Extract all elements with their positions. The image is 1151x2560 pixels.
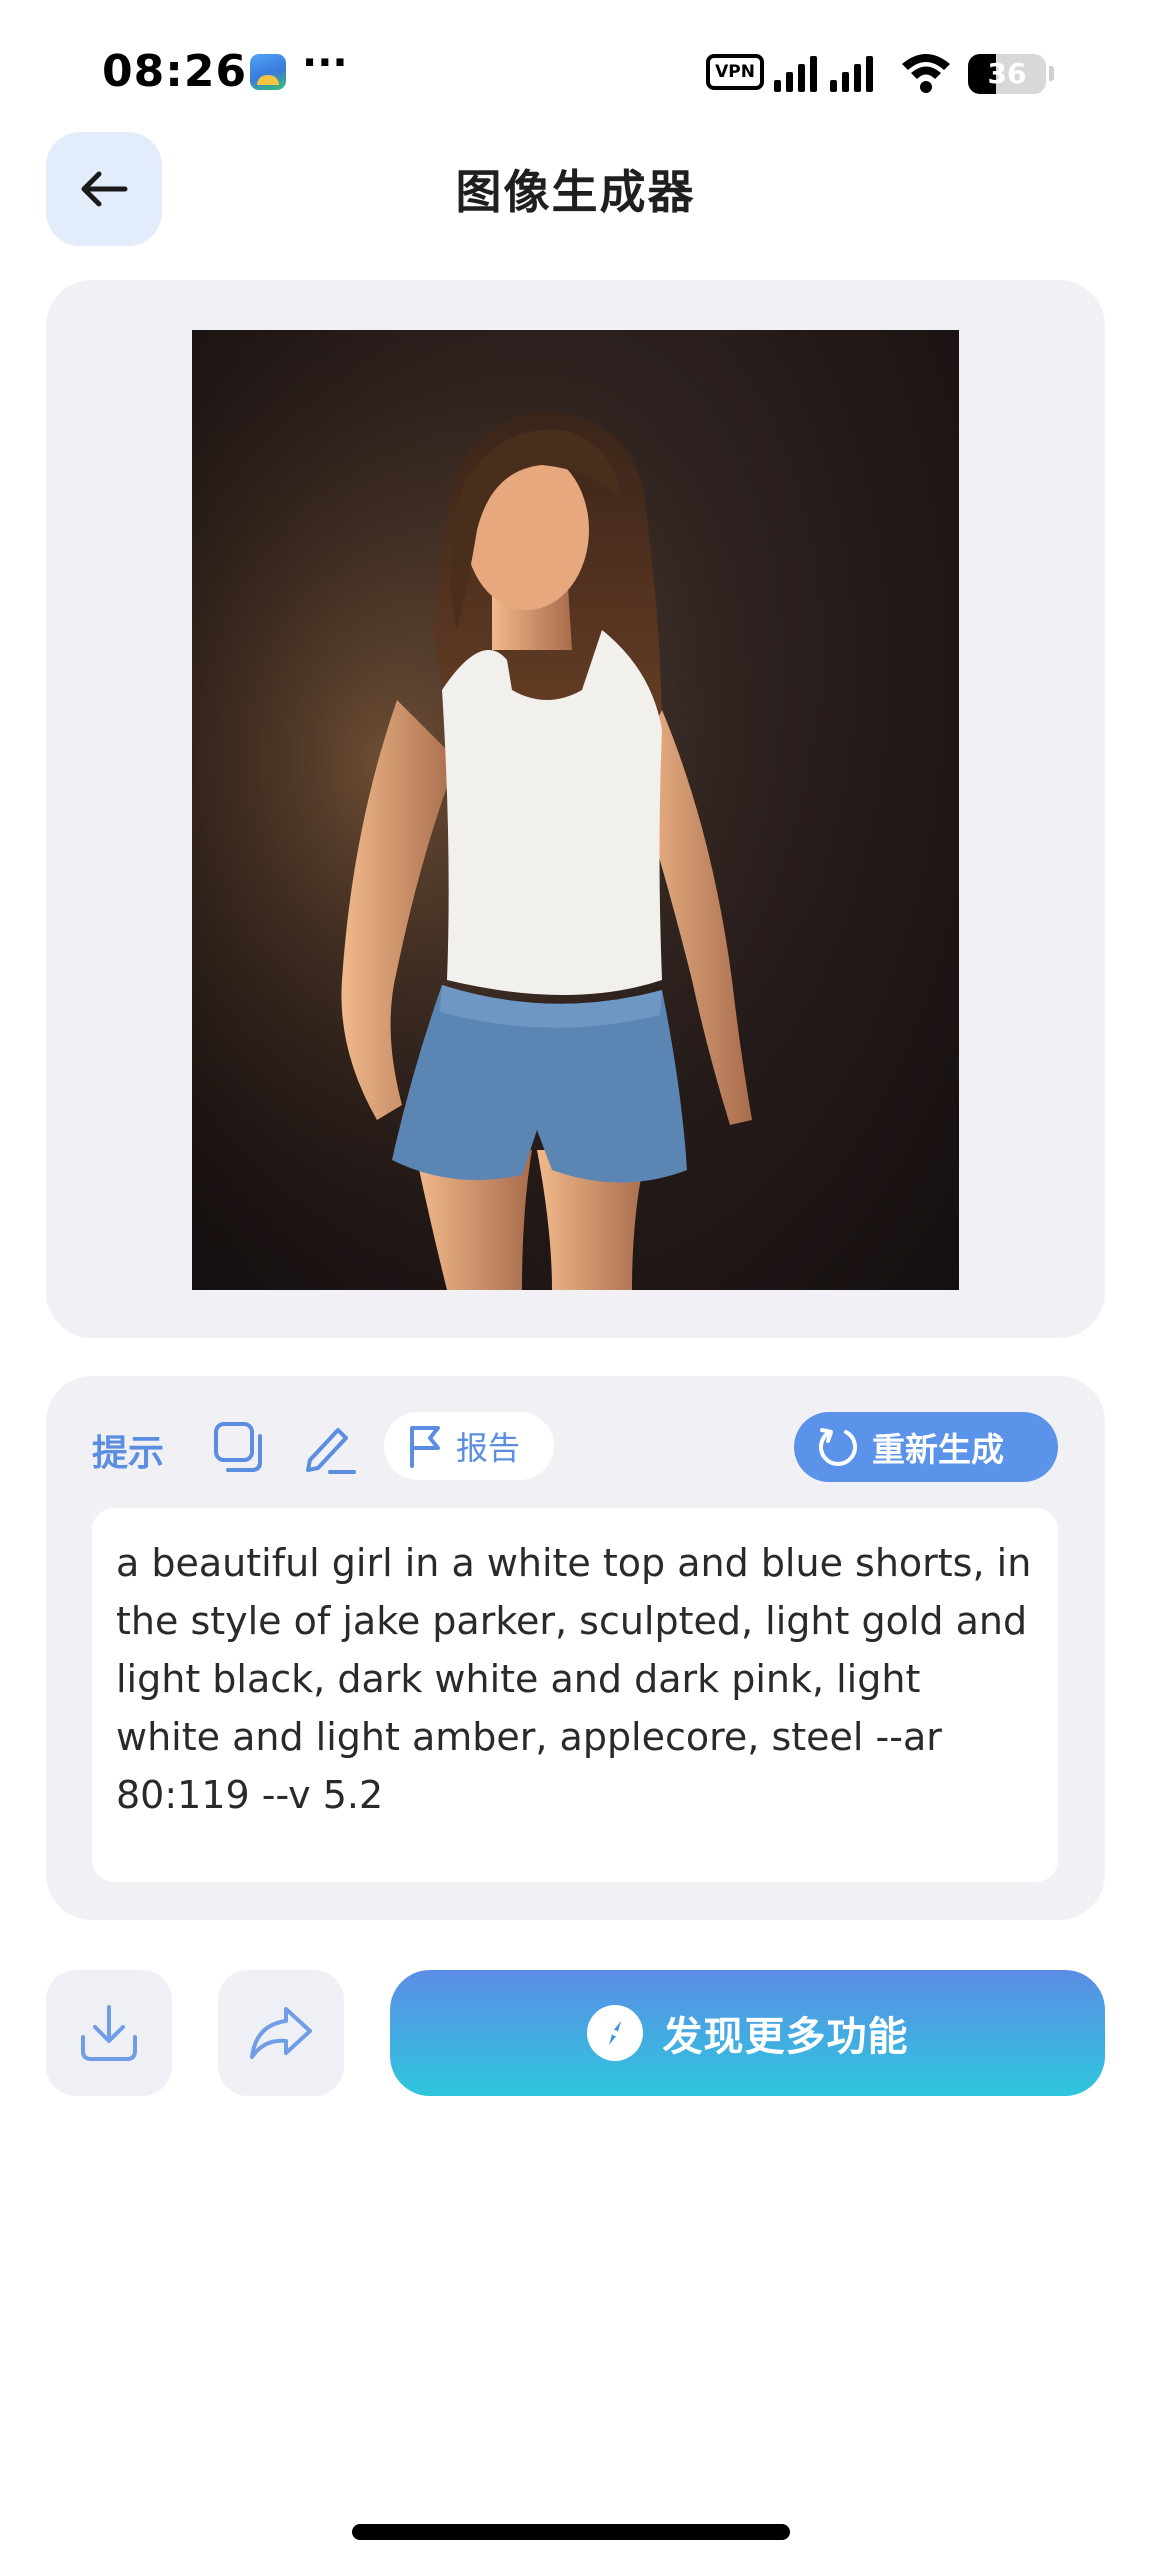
wifi-icon — [902, 54, 950, 93]
more-notifications-icon: ··· — [302, 40, 348, 86]
report-label: 报告 — [456, 1429, 521, 1467]
compass-icon — [586, 2005, 643, 2061]
battery-icon: 36 — [968, 54, 1046, 94]
image-card — [46, 280, 1105, 1338]
status-time: 08:26 — [102, 46, 248, 97]
cellular-signal-icon — [774, 56, 873, 92]
download-button[interactable] — [46, 1970, 172, 2096]
status-bar: 08:26 ··· VPN 36 — [0, 40, 1151, 110]
battery-level: 36 — [987, 57, 1027, 90]
flag-icon — [410, 1426, 440, 1468]
discover-more-label: 发现更多功能 — [662, 2014, 909, 2060]
report-button[interactable]: 报告 — [384, 1412, 554, 1480]
edit-button[interactable] — [302, 1420, 358, 1476]
regenerate-label: 重新生成 — [872, 1430, 1004, 1469]
download-icon — [81, 2005, 137, 2061]
regenerate-button[interactable]: 重新生成 — [794, 1412, 1058, 1482]
copy-button[interactable] — [212, 1420, 268, 1476]
share-button[interactable] — [218, 1970, 344, 2096]
page-title: 图像生成器 — [455, 165, 696, 219]
copy-icon — [214, 1422, 262, 1472]
pencil-icon — [306, 1428, 356, 1474]
portrait-illustration — [192, 330, 959, 1290]
refresh-icon — [819, 1428, 857, 1466]
prompt-label: 提示 — [92, 1433, 165, 1474]
vpn-icon: VPN — [706, 54, 764, 90]
generated-portrait-image[interactable] — [192, 330, 959, 1290]
prompt-card: 提示 报告 重新生成 a beautiful girl in a white t… — [46, 1376, 1105, 1920]
home-indicator[interactable] — [352, 2524, 790, 2540]
gallery-notification-icon — [250, 54, 286, 90]
discover-more-button[interactable]: 发现更多功能 — [390, 1970, 1105, 2096]
prompt-text[interactable]: a beautiful girl in a white top and blue… — [92, 1508, 1058, 1882]
battery-cap — [1049, 66, 1054, 81]
share-arrow-icon — [250, 2007, 312, 2059]
